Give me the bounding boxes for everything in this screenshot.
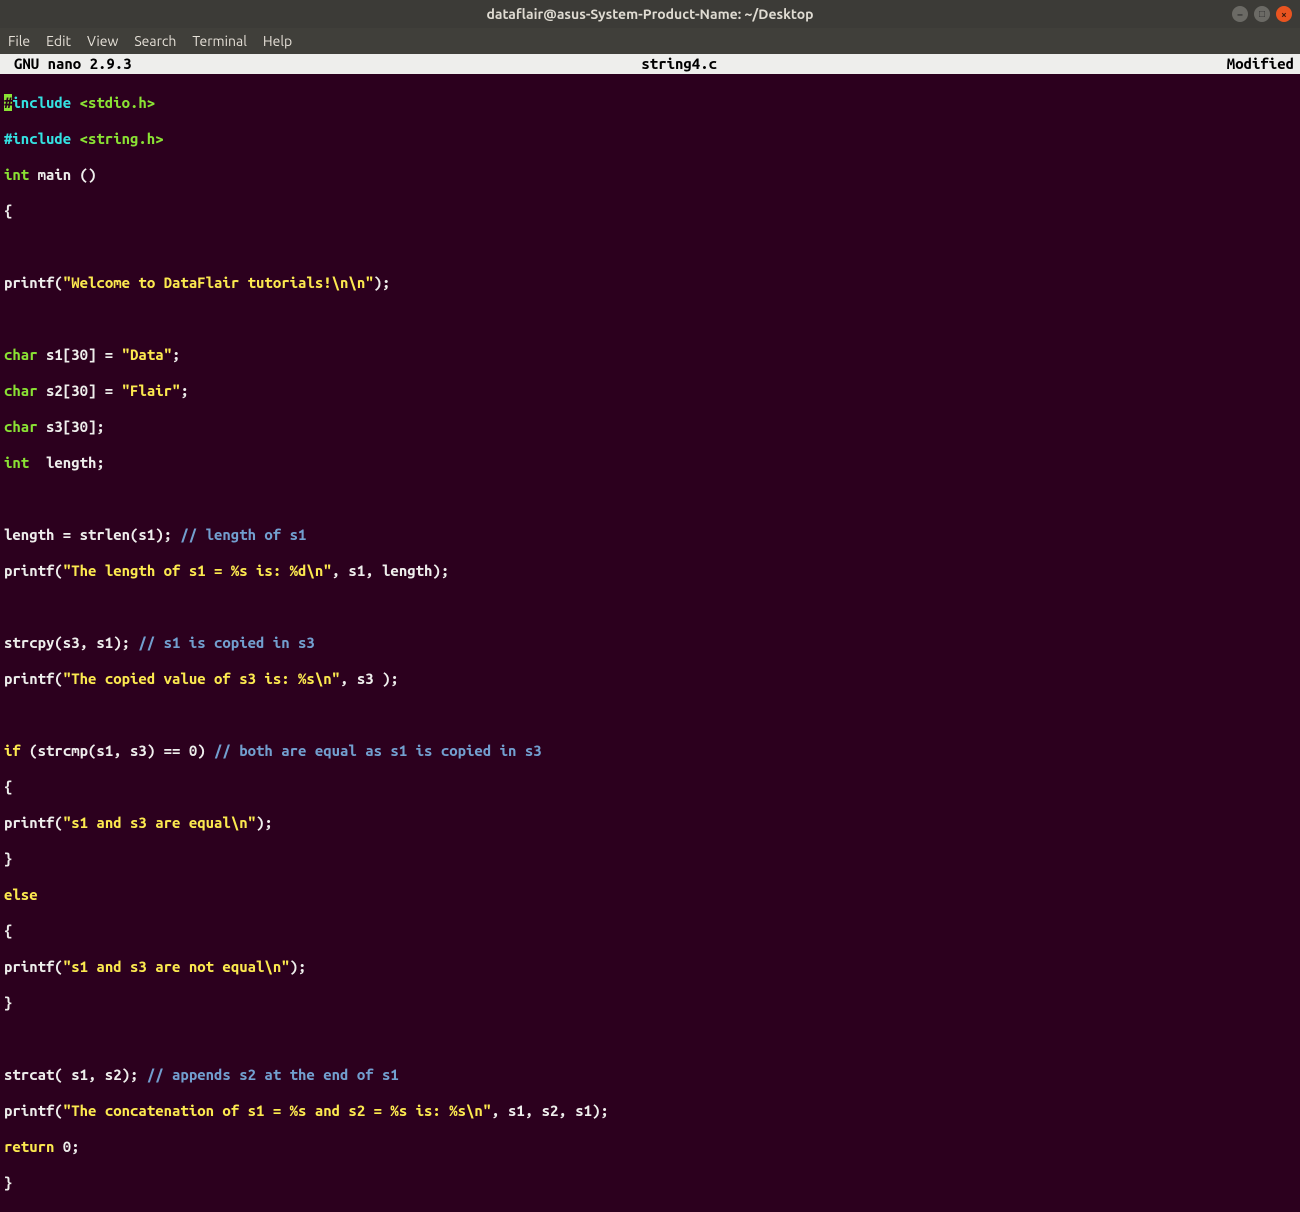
minimize-icon[interactable]: – (1232, 6, 1248, 22)
code-line: { (4, 778, 1296, 796)
code-line: int length; (4, 454, 1296, 472)
code-line (4, 310, 1296, 328)
nano-version: GNU nano 2.9.3 (6, 54, 132, 74)
code-line: { (4, 922, 1296, 940)
code-line: int main () (4, 166, 1296, 184)
code-line: #include <stdio.h> (4, 94, 1296, 112)
code-line: length = strlen(s1); // length of s1 (4, 526, 1296, 544)
nano-status-bar: GNU nano 2.9.3 string4.c Modified (0, 54, 1300, 74)
window-controls: – □ × (1232, 6, 1292, 22)
code-line: char s3[30]; (4, 418, 1296, 436)
code-line: strcat( s1, s2); // appends s2 at the en… (4, 1066, 1296, 1084)
close-icon[interactable]: × (1276, 6, 1292, 22)
code-line: else (4, 886, 1296, 904)
maximize-icon[interactable]: □ (1254, 6, 1270, 22)
code-line: printf("The concatenation of s1 = %s and… (4, 1102, 1296, 1120)
code-line: printf("s1 and s3 are not equal\n"); (4, 958, 1296, 976)
menubar: File Edit View Search Terminal Help (0, 28, 1300, 54)
code-line (4, 706, 1296, 724)
code-line: } (4, 850, 1296, 868)
menu-help[interactable]: Help (263, 33, 292, 49)
nano-modified: Modified (1227, 54, 1294, 74)
menu-file[interactable]: File (8, 33, 30, 49)
code-line (4, 490, 1296, 508)
code-line: strcpy(s3, s1); // s1 is copied in s3 (4, 634, 1296, 652)
editor-area[interactable]: #include <stdio.h> #include <string.h> i… (0, 74, 1300, 1212)
code-line: char s2[30] = "Flair"; (4, 382, 1296, 400)
code-line: printf("s1 and s3 are equal\n"); (4, 814, 1296, 832)
code-line: } (4, 994, 1296, 1012)
code-line (4, 598, 1296, 616)
window-title: dataflair@asus-System-Product-Name: ~/De… (486, 6, 813, 22)
code-line: printf("Welcome to DataFlair tutorials!\… (4, 274, 1296, 292)
menu-view[interactable]: View (87, 33, 118, 49)
code-line: { (4, 202, 1296, 220)
code-line: printf("The copied value of s3 is: %s\n"… (4, 670, 1296, 688)
menu-search[interactable]: Search (134, 33, 176, 49)
menu-terminal[interactable]: Terminal (192, 33, 247, 49)
code-line: printf("The length of s1 = %s is: %d\n",… (4, 562, 1296, 580)
code-line: #include <string.h> (4, 130, 1296, 148)
nano-filename: string4.c (132, 54, 1227, 74)
code-line (4, 238, 1296, 256)
code-line: return 0; (4, 1138, 1296, 1156)
menu-edit[interactable]: Edit (46, 33, 71, 49)
code-line (4, 1030, 1296, 1048)
titlebar: dataflair@asus-System-Product-Name: ~/De… (0, 0, 1300, 28)
code-line: } (4, 1174, 1296, 1192)
code-line: char s1[30] = "Data"; (4, 346, 1296, 364)
code-line: if (strcmp(s1, s3) == 0) // both are equ… (4, 742, 1296, 760)
